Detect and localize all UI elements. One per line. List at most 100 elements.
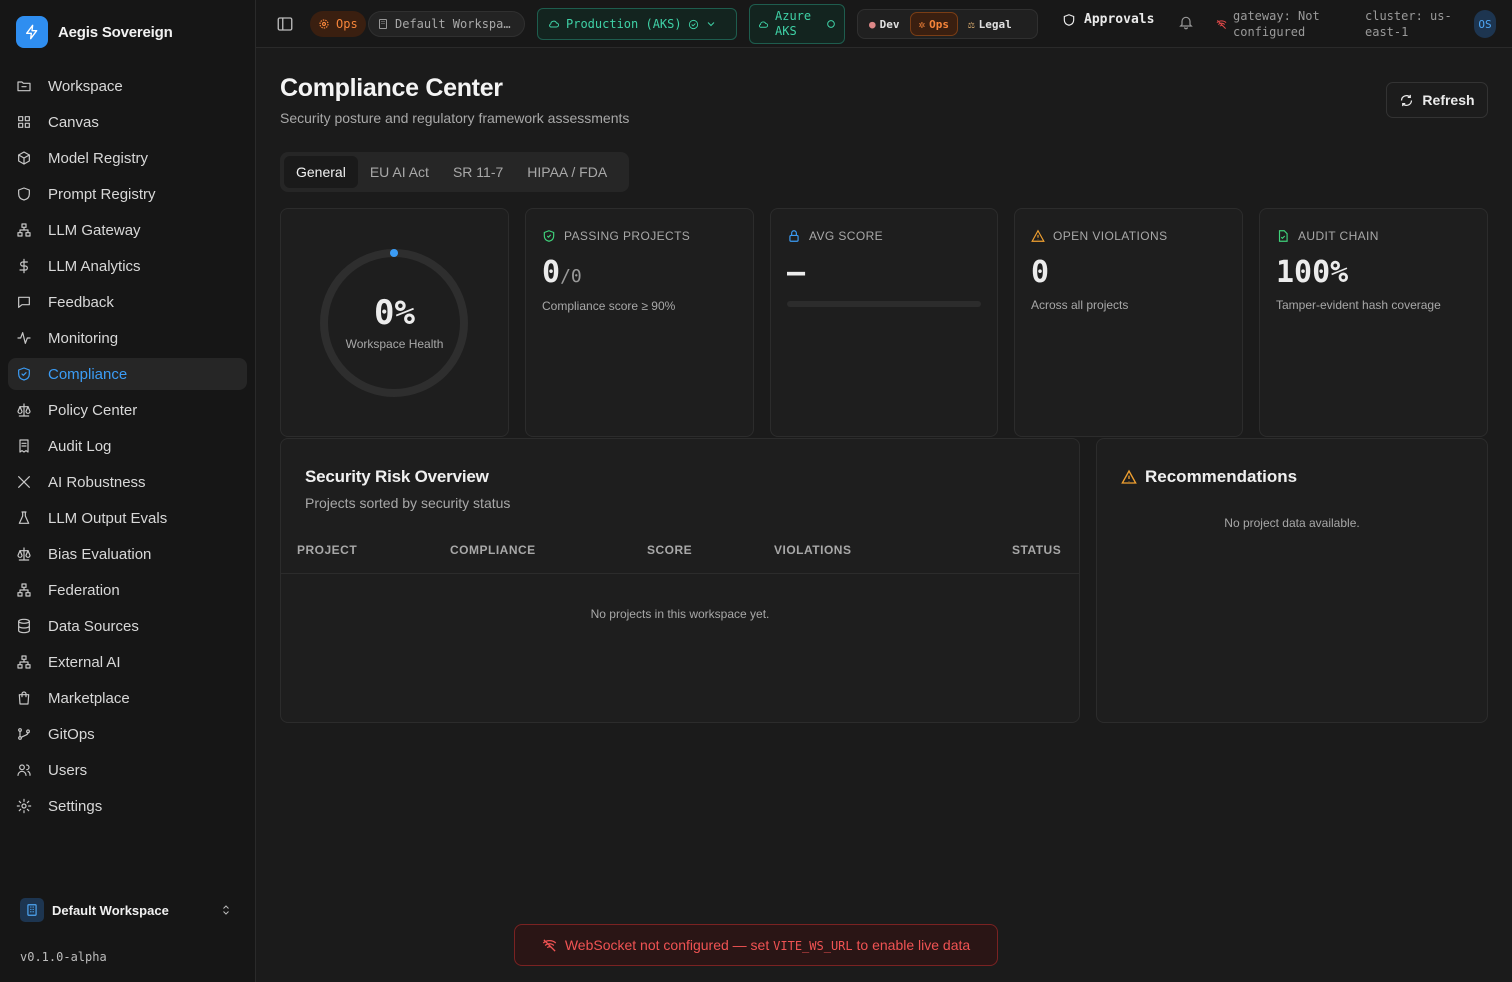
sidebar-item-feedback[interactable]: Feedback [8,286,247,318]
recommendations-title: Recommendations [1145,467,1298,486]
sidebar-item-label: Compliance [48,365,128,383]
ops-badge[interactable]: Ops [310,11,366,37]
passing-count: 0 [542,255,561,290]
passing-projects-note: Compliance score ≥ 90% [542,299,676,313]
chevron-updown-icon [220,904,232,916]
environment-label: Production (AKS) [566,17,682,31]
sidebar-item-prompt-registry[interactable]: Prompt Registry [8,178,247,210]
sidebar-item-external-ai[interactable]: External AI [8,646,247,678]
column-status[interactable]: STATUS [1012,543,1061,557]
bell-icon[interactable] [1178,14,1194,30]
sidebar-item-settings[interactable]: Settings [8,790,247,822]
tab-general[interactable]: General [284,156,358,188]
sidebar-item-label: LLM Output Evals [48,509,168,527]
sidebar-item-federation[interactable]: Federation [8,574,247,606]
sidebar-item-label: LLM Analytics [48,257,141,275]
avg-score-progress [787,301,981,307]
sidebar-item-compliance[interactable]: Compliance [8,358,247,390]
network-icon [16,654,32,670]
health-value: 0% [374,293,415,333]
open-violations-note: Across all projects [1031,298,1129,312]
lightning-icon [16,16,48,48]
role-dev[interactable]: ● Dev [861,12,908,36]
sidebar-item-label: Data Sources [48,617,139,635]
database-icon [16,618,32,634]
sidebar-item-ai-robustness[interactable]: AI Robustness [8,466,247,498]
audit-chain-value: 100% [1276,255,1349,290]
dollar-icon [16,258,32,274]
sidebar-item-policy-center[interactable]: Policy Center [8,394,247,426]
environment-select[interactable]: Production (AKS) [537,8,737,40]
main-content: Compliance Center Security posture and r… [256,48,1512,982]
cluster-badge[interactable]: Azure AKS [749,4,845,44]
open-violations-header: Open Violations [1031,229,1167,243]
sidebar-item-gitops[interactable]: GitOps [8,718,247,750]
role-legal[interactable]: ⚖ Legal [960,12,1020,36]
refresh-icon [1399,93,1414,108]
sidebar-item-llm-output-evals[interactable]: LLM Output Evals [8,502,247,534]
role-ops[interactable]: ✲ Ops [909,12,958,36]
security-risk-title: Security Risk Overview [305,467,489,486]
building-icon [20,898,44,922]
column-violations[interactable]: VIOLATIONS [774,543,851,557]
passing-projects-label: Passing Projects [564,229,691,243]
avatar[interactable]: OS [1474,10,1496,38]
sidebar-item-users[interactable]: Users [8,754,247,786]
workspace-switcher[interactable]: Default Workspace [12,894,244,926]
sidebar-item-label: Canvas [48,113,99,131]
gateway-line-2: configured [1233,25,1306,39]
column-project[interactable]: PROJECT [297,543,357,557]
tab-eu-ai-act[interactable]: EU AI Act [358,156,441,188]
flask-icon [16,510,32,526]
chevron-down-icon [705,18,717,30]
shield-check-icon [542,229,556,243]
cluster-line-1: cluster: us- [1365,9,1452,23]
tab-hipaa-fda[interactable]: HIPAA / FDA [515,156,619,188]
workspace-name: Default Workspace [52,902,169,918]
sidebar-item-marketplace[interactable]: Marketplace [8,682,247,714]
sidebar-item-label: Model Registry [48,149,149,167]
sidebar-item-label: Audit Log [48,437,112,455]
brand[interactable]: Aegis Sovereign [16,16,173,48]
check-circle-icon [688,19,699,30]
gateway-line-1: gateway: Not [1233,9,1320,23]
sidebar-item-label: Bias Evaluation [48,545,152,563]
sidebar-item-llm-analytics[interactable]: LLM Analytics [8,250,247,282]
passing-projects-value: 0/0 [542,255,582,290]
role-switcher: ● Dev ✲ Ops ⚖ Legal [857,9,1038,39]
cloud-icon [758,19,769,30]
sidebar-item-label: Policy Center [48,401,138,419]
activity-icon [16,330,32,346]
approvals-button[interactable]: Approvals [1062,12,1154,27]
refresh-button[interactable]: Refresh [1386,82,1488,118]
cloud-icon [548,18,560,30]
sidebar-item-data-sources[interactable]: Data Sources [8,610,247,642]
health-label: Workspace Health [345,337,444,351]
avg-score-header: Avg Score [787,229,883,243]
sidebar-item-model-registry[interactable]: Model Registry [8,142,247,174]
shield-icon [1062,13,1076,27]
sidebar-toggle-icon[interactable] [276,15,294,33]
sidebar-item-canvas[interactable]: Canvas [8,106,247,138]
sidebar-item-llm-gateway[interactable]: LLM Gateway [8,214,247,246]
column-compliance[interactable]: COMPLIANCE [450,543,536,557]
shield-icon [16,186,32,202]
scale-icon [16,546,32,562]
sidebar-item-workspace[interactable]: Workspace [8,70,247,102]
framework-tabs: General EU AI Act SR 11-7 HIPAA / FDA [280,152,629,192]
ops-badge-label: Ops [336,17,358,31]
gear-icon [16,798,32,814]
scale-icon: ⚖ [968,17,975,31]
wifi-off-icon [542,938,557,953]
passing-total: /0 [560,266,582,287]
column-score[interactable]: SCORE [647,543,692,557]
sidebar-item-label: Prompt Registry [48,185,156,203]
avg-score-label: Avg Score [809,229,884,243]
workspace-pill[interactable]: Default Workspa… [368,11,525,37]
websocket-warning-toast: WebSocket not configured — set VITE_WS_U… [514,924,998,966]
sidebar-item-label: Feedback [48,293,114,311]
sidebar-item-bias-evaluation[interactable]: Bias Evaluation [8,538,247,570]
tab-sr-11-7[interactable]: SR 11-7 [441,156,515,188]
sidebar-item-audit-log[interactable]: Audit Log [8,430,247,462]
sidebar-item-monitoring[interactable]: Monitoring [8,322,247,354]
